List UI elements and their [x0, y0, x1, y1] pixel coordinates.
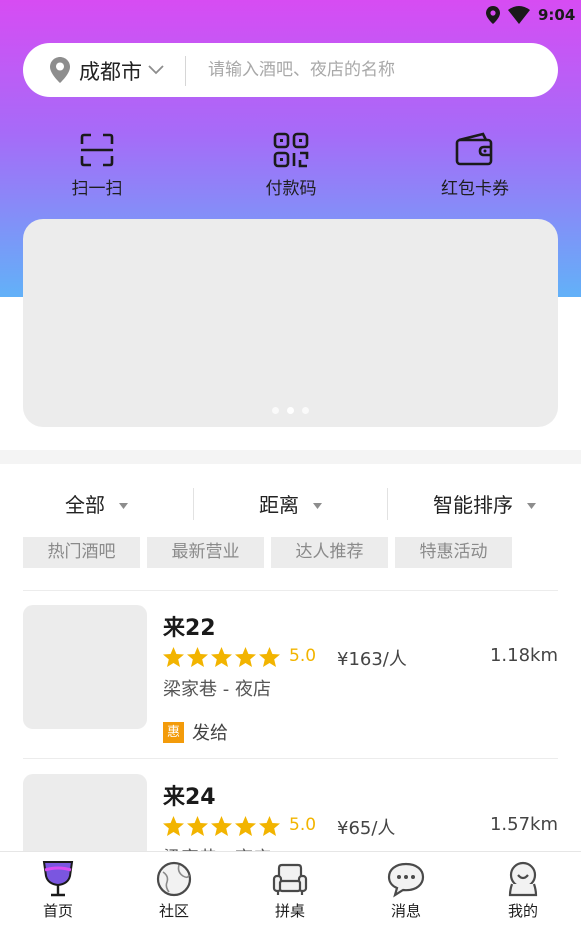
- chip-newly-opened[interactable]: 最新营业: [147, 537, 264, 568]
- chip-special-offers[interactable]: 特惠活动: [395, 537, 512, 568]
- filter-distance-label: 距离: [259, 492, 299, 517]
- app-screen: 9:04 成都市 扫一扫: [0, 0, 581, 930]
- filter-sort-label: 智能排序: [433, 492, 513, 517]
- price-per-person: ¥163/人: [337, 649, 407, 670]
- venue-list-item[interactable]: 来22 5.0 ¥163/人 1.18km 梁家巷 - 夜店 惠 发给: [23, 590, 558, 744]
- venue-name: 来22: [163, 616, 216, 641]
- wine-glass-icon: [0, 860, 116, 898]
- status-bar: 9:04: [0, 0, 581, 30]
- distance: 1.18km: [489, 645, 558, 666]
- price-per-person: ¥65/人: [337, 818, 396, 839]
- status-time: 9:04: [538, 6, 576, 24]
- filter-all-label: 全部: [65, 492, 105, 517]
- discount-badge: 惠: [163, 722, 184, 743]
- location-status-icon: [486, 6, 500, 28]
- chip-hot-bars[interactable]: 热门酒吧: [23, 537, 140, 568]
- scan-icon: [27, 132, 167, 168]
- caret-down-icon: [527, 494, 536, 513]
- star-icon: [162, 815, 185, 837]
- pagination-dot: [302, 407, 309, 414]
- promo-banner[interactable]: [23, 219, 558, 427]
- payment-code-label: 付款码: [265, 179, 317, 199]
- star-rating: [162, 815, 282, 837]
- star-icon: [186, 815, 209, 837]
- star-icon: [186, 646, 209, 668]
- chip-influencer-picks[interactable]: 达人推荐: [271, 537, 388, 568]
- caret-down-icon: [313, 494, 322, 513]
- star-icon: [258, 646, 281, 668]
- tab-profile-label: 我的: [507, 902, 538, 920]
- pagination-dot: [272, 407, 279, 414]
- location-pin-icon[interactable]: [49, 56, 71, 88]
- chevron-down-icon[interactable]: [147, 61, 165, 80]
- section-divider: [0, 450, 581, 464]
- coupons-button[interactable]: 红包卡券: [405, 132, 545, 202]
- rating-score: 5.0: [289, 646, 317, 666]
- venue-thumbnail: [23, 605, 147, 729]
- coupons-label: 红包卡券: [441, 179, 509, 199]
- tab-messages[interactable]: 消息: [348, 860, 464, 928]
- star-icon: [234, 815, 257, 837]
- filter-all[interactable]: 全部: [0, 478, 193, 528]
- caret-down-icon: [119, 494, 128, 513]
- sofa-icon: [232, 860, 348, 898]
- tab-messages-label: 消息: [390, 902, 421, 920]
- tab-group-table[interactable]: 拼桌: [232, 860, 348, 928]
- filter-bar: 全部 距离 智能排序: [0, 478, 581, 528]
- star-rating: [162, 646, 282, 668]
- rating-score: 5.0: [289, 815, 317, 835]
- tab-home-label: 首页: [42, 902, 73, 920]
- banner-pagination: [23, 407, 558, 414]
- bottom-tab-bar: 首页 社区 拼桌 消息 我的: [0, 851, 581, 930]
- wallet-icon: [405, 132, 545, 168]
- search-input[interactable]: [208, 57, 528, 83]
- qr-code-icon: [221, 132, 361, 168]
- search-divider: [185, 56, 186, 86]
- payment-code-button[interactable]: 付款码: [221, 132, 361, 202]
- community-icon: [116, 860, 232, 898]
- tab-community-label: 社区: [158, 902, 189, 920]
- scan-button[interactable]: 扫一扫: [27, 132, 167, 202]
- scan-label: 扫一扫: [71, 179, 123, 199]
- tab-profile[interactable]: 我的: [465, 860, 581, 928]
- star-icon: [258, 815, 281, 837]
- star-icon: [162, 646, 185, 668]
- venue-location: 梁家巷 - 夜店: [163, 679, 271, 700]
- search-bar: 成都市: [23, 43, 558, 97]
- city-selector[interactable]: 成都市: [79, 56, 142, 86]
- star-icon: [210, 815, 233, 837]
- distance: 1.57km: [489, 814, 558, 835]
- filter-distance[interactable]: 距离: [194, 478, 387, 528]
- promo-text: 发给: [192, 723, 228, 744]
- filter-sort[interactable]: 智能排序: [388, 478, 581, 528]
- tab-community[interactable]: 社区: [116, 860, 232, 928]
- star-icon: [234, 646, 257, 668]
- wifi-icon: [508, 6, 530, 28]
- profile-icon: [465, 860, 581, 898]
- star-icon: [210, 646, 233, 668]
- chat-bubble-icon: [348, 860, 464, 898]
- tab-group-table-label: 拼桌: [274, 902, 305, 920]
- venue-name: 来24: [163, 785, 216, 810]
- pagination-dot: [287, 407, 294, 414]
- tab-home[interactable]: 首页: [0, 860, 116, 928]
